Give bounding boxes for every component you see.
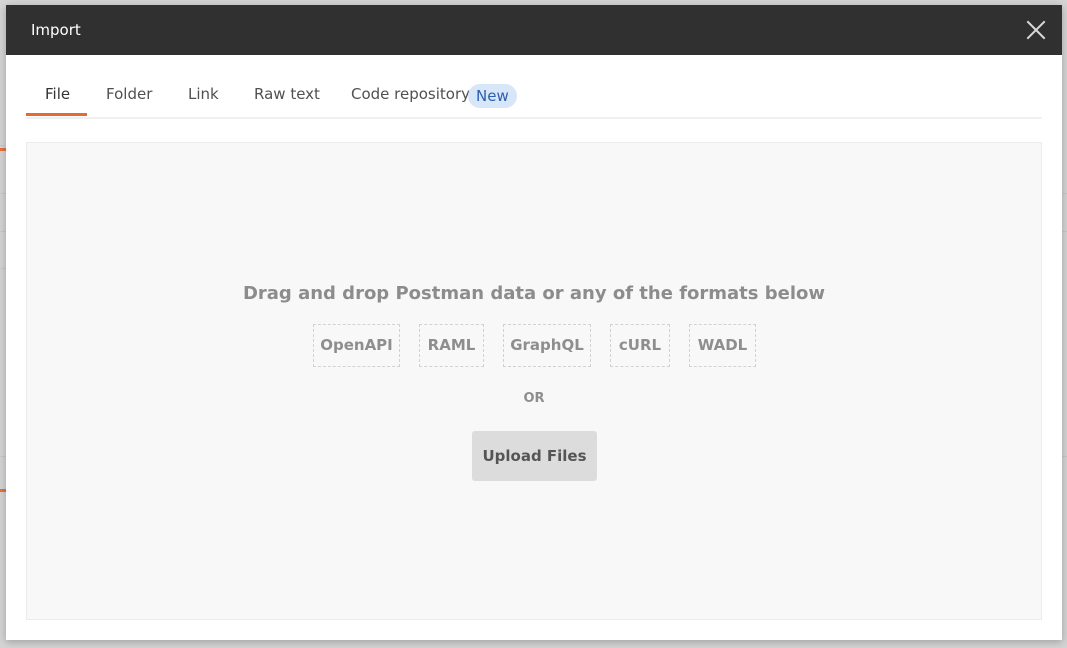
or-divider-label: OR	[523, 391, 545, 406]
file-dropzone[interactable]: Drag and drop Postman data or any of the…	[26, 142, 1042, 620]
tab-link[interactable]: Link	[188, 73, 219, 115]
close-button[interactable]	[1024, 18, 1048, 42]
import-dialog: Import File Folder Link Raw text Code re…	[6, 5, 1062, 640]
format-wadl: WADL	[689, 324, 756, 367]
tab-raw-text[interactable]: Raw text	[254, 73, 320, 115]
import-tabs: File Folder Link Raw text Code repositor…	[26, 73, 1042, 119]
format-openapi: OpenAPI	[313, 324, 400, 367]
background-divider	[1062, 456, 1067, 457]
format-curl: cURL	[610, 324, 670, 367]
tab-folder[interactable]: Folder	[106, 73, 152, 115]
dialog-title: Import	[31, 21, 81, 39]
close-icon	[1026, 20, 1046, 40]
format-graphql: GraphQL	[503, 324, 591, 367]
active-tab-indicator	[26, 113, 87, 116]
background-divider	[1062, 193, 1067, 194]
upload-files-button[interactable]: Upload Files	[472, 431, 597, 481]
tab-file[interactable]: File	[45, 73, 70, 115]
tab-code-repository[interactable]: Code repository	[351, 73, 470, 115]
background-divider	[1062, 231, 1067, 232]
dropzone-title: Drag and drop Postman data or any of the…	[242, 283, 826, 304]
format-raml: RAML	[419, 324, 484, 367]
dialog-header: Import	[6, 5, 1062, 55]
new-badge: New	[468, 84, 517, 108]
